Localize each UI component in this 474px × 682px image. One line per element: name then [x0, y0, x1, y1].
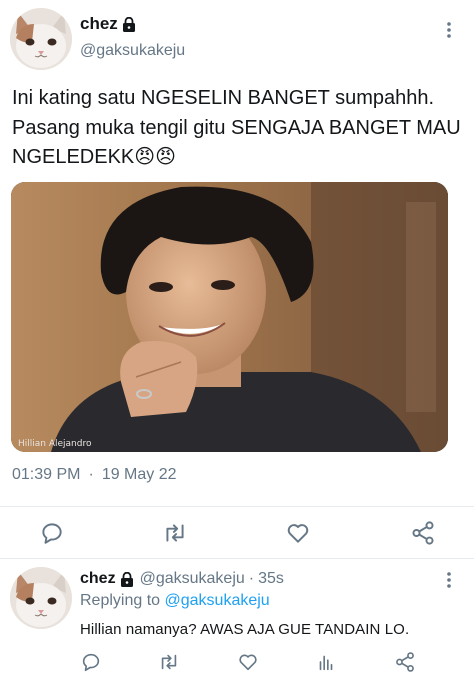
share-icon [396, 652, 414, 672]
avatar[interactable] [10, 8, 72, 70]
like-button[interactable] [237, 651, 259, 673]
reply-button[interactable] [39, 520, 65, 546]
retweet-button[interactable] [158, 651, 180, 673]
retweet-icon [161, 654, 177, 670]
share-button[interactable] [394, 651, 416, 673]
heart-icon [239, 654, 257, 671]
share-button[interactable] [410, 520, 436, 546]
cat-avatar-image [10, 567, 72, 629]
more-vertical-icon[interactable] [446, 571, 452, 589]
author-handle[interactable]: @gaksukakeju [80, 42, 185, 60]
reply-button[interactable] [80, 651, 102, 673]
display-name[interactable]: chez [80, 14, 118, 34]
replying-to-label: Replying to [80, 592, 161, 609]
media-caption: Hillian Alejandro [18, 439, 92, 449]
author-name-row: chez [80, 14, 136, 34]
more-vertical-icon[interactable] [446, 21, 452, 39]
share-icon [412, 521, 434, 545]
heart-icon [287, 524, 309, 543]
divider [0, 558, 474, 559]
reply-text: Hillian namanya? AWAS AJA GUE TANDAIN LO… [80, 621, 410, 638]
replying-to-handle[interactable]: @gaksukakeju [165, 592, 270, 609]
like-button[interactable] [285, 520, 311, 546]
retweet-button[interactable] [162, 520, 188, 546]
lock-icon [120, 571, 133, 587]
timestamp-separator: · [88, 466, 94, 483]
reply-icon [82, 653, 100, 672]
reply-header: chez @gaksukakeju · 35s [80, 570, 284, 588]
analytics-icon [319, 655, 333, 671]
reply-icon [42, 523, 62, 544]
reply-handle[interactable]: @gaksukakeju [140, 570, 245, 588]
tweet-time: 01:39 PM [12, 466, 81, 483]
analytics-button[interactable] [315, 651, 337, 673]
tweet-date: 19 May 22 [101, 466, 177, 483]
tweet-action-bar [0, 516, 474, 550]
tweet-timestamp[interactable]: 01:39 PM · 19 May 22 [12, 466, 177, 484]
retweet-icon [166, 524, 184, 542]
avatar[interactable] [10, 567, 72, 629]
photo-of-young-man [11, 182, 448, 452]
tweet-media-image[interactable]: Hillian Alejandro [11, 182, 448, 452]
replying-to: Replying to @gaksukakeju [80, 592, 270, 610]
cat-avatar-image [10, 8, 72, 70]
main-tweet: chez @gaksukakeju Ini kating satu NGESEL… [0, 0, 474, 559]
tweet-text: Ini kating satu NGESELIN BANGET sumpahhh… [12, 87, 467, 168]
reply-action-bar [0, 650, 474, 676]
reply-display-name[interactable]: chez [80, 570, 116, 588]
lock-icon [122, 16, 135, 32]
reply-age: 35s [258, 570, 284, 587]
divider [0, 506, 474, 507]
reply-separator: · [248, 570, 255, 587]
